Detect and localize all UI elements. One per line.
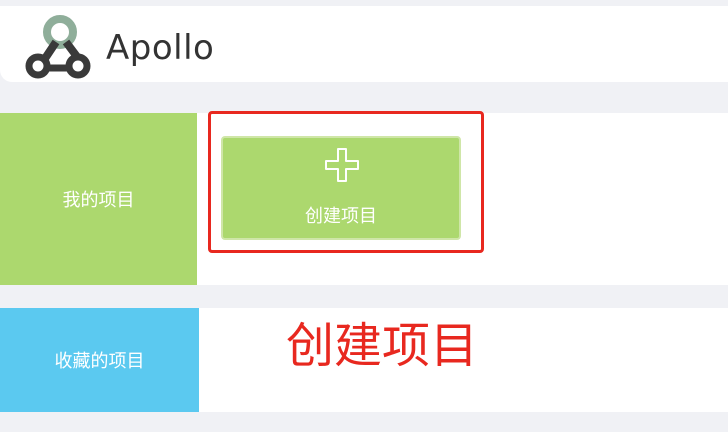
plus-icon <box>325 148 359 182</box>
apollo-logo-icon[interactable] <box>20 12 100 82</box>
create-project-label: 创建项目 <box>305 206 377 227</box>
create-project-button[interactable]: 创建项目 <box>221 136 461 240</box>
annotation-text: 创建项目 <box>286 318 479 374</box>
favorites-label: 收藏的项目 <box>0 308 199 412</box>
app-header: Apollo <box>0 6 728 82</box>
brand-name[interactable]: Apollo <box>106 28 214 68</box>
my-projects-label: 我的项目 <box>0 113 197 285</box>
